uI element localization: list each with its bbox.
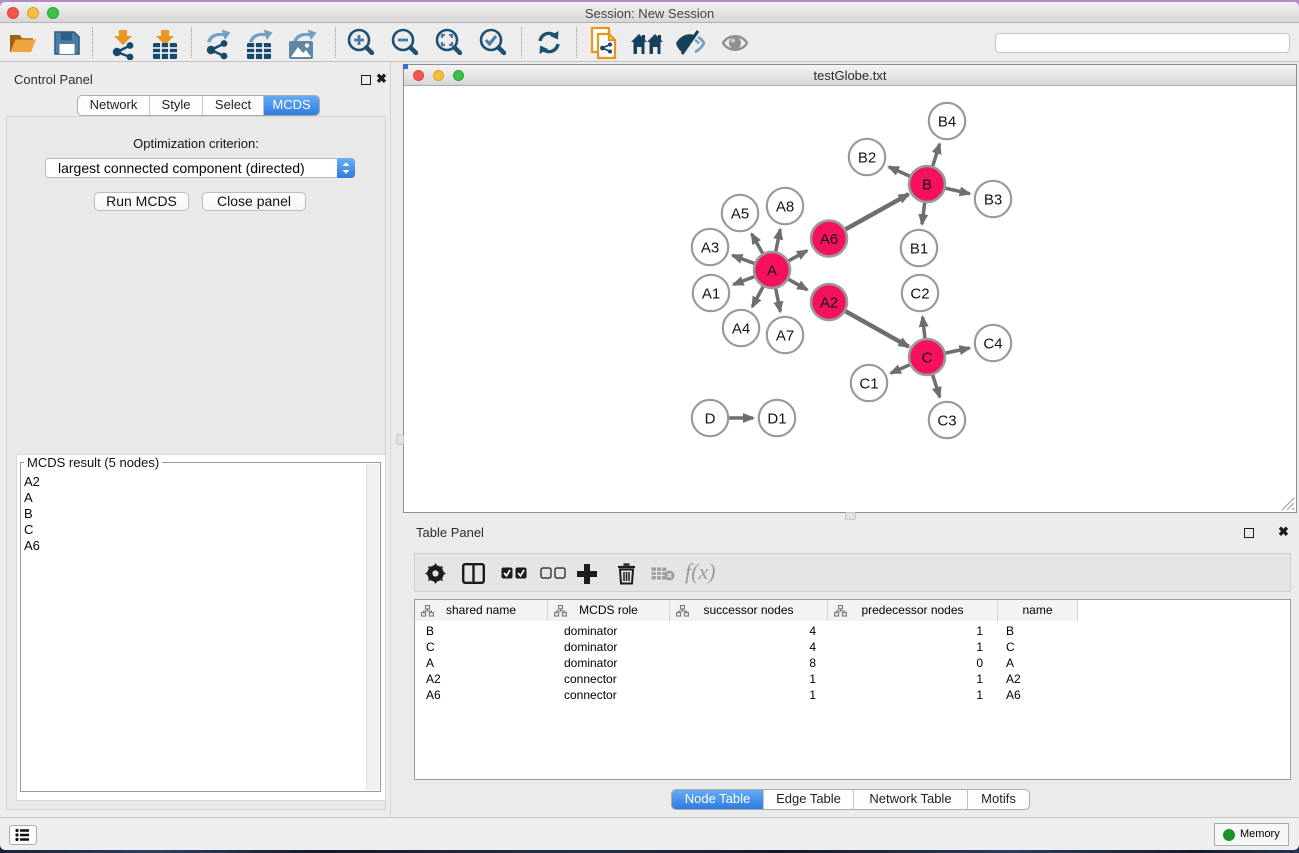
svg-text:C1: C1 (859, 376, 878, 393)
svg-text:A3: A3 (701, 240, 719, 257)
svg-text:B: B (922, 177, 932, 194)
svg-text:B2: B2 (858, 150, 876, 167)
svg-text:A: A (767, 263, 777, 280)
svg-text:A8: A8 (776, 199, 794, 216)
svg-text:D: D (705, 411, 716, 428)
svg-text:A7: A7 (776, 328, 794, 345)
svg-text:C: C (922, 350, 933, 367)
svg-text:A6: A6 (820, 231, 838, 248)
svg-text:A4: A4 (732, 321, 750, 338)
svg-text:B4: B4 (938, 114, 956, 131)
svg-text:C4: C4 (983, 336, 1002, 353)
svg-text:B3: B3 (984, 192, 1002, 209)
svg-text:C2: C2 (910, 286, 929, 303)
svg-text:C3: C3 (937, 413, 956, 430)
svg-text:D1: D1 (767, 411, 786, 428)
svg-text:B1: B1 (910, 241, 928, 258)
svg-text:A1: A1 (702, 286, 720, 303)
svg-text:A5: A5 (731, 206, 749, 223)
svg-text:A2: A2 (820, 295, 838, 312)
